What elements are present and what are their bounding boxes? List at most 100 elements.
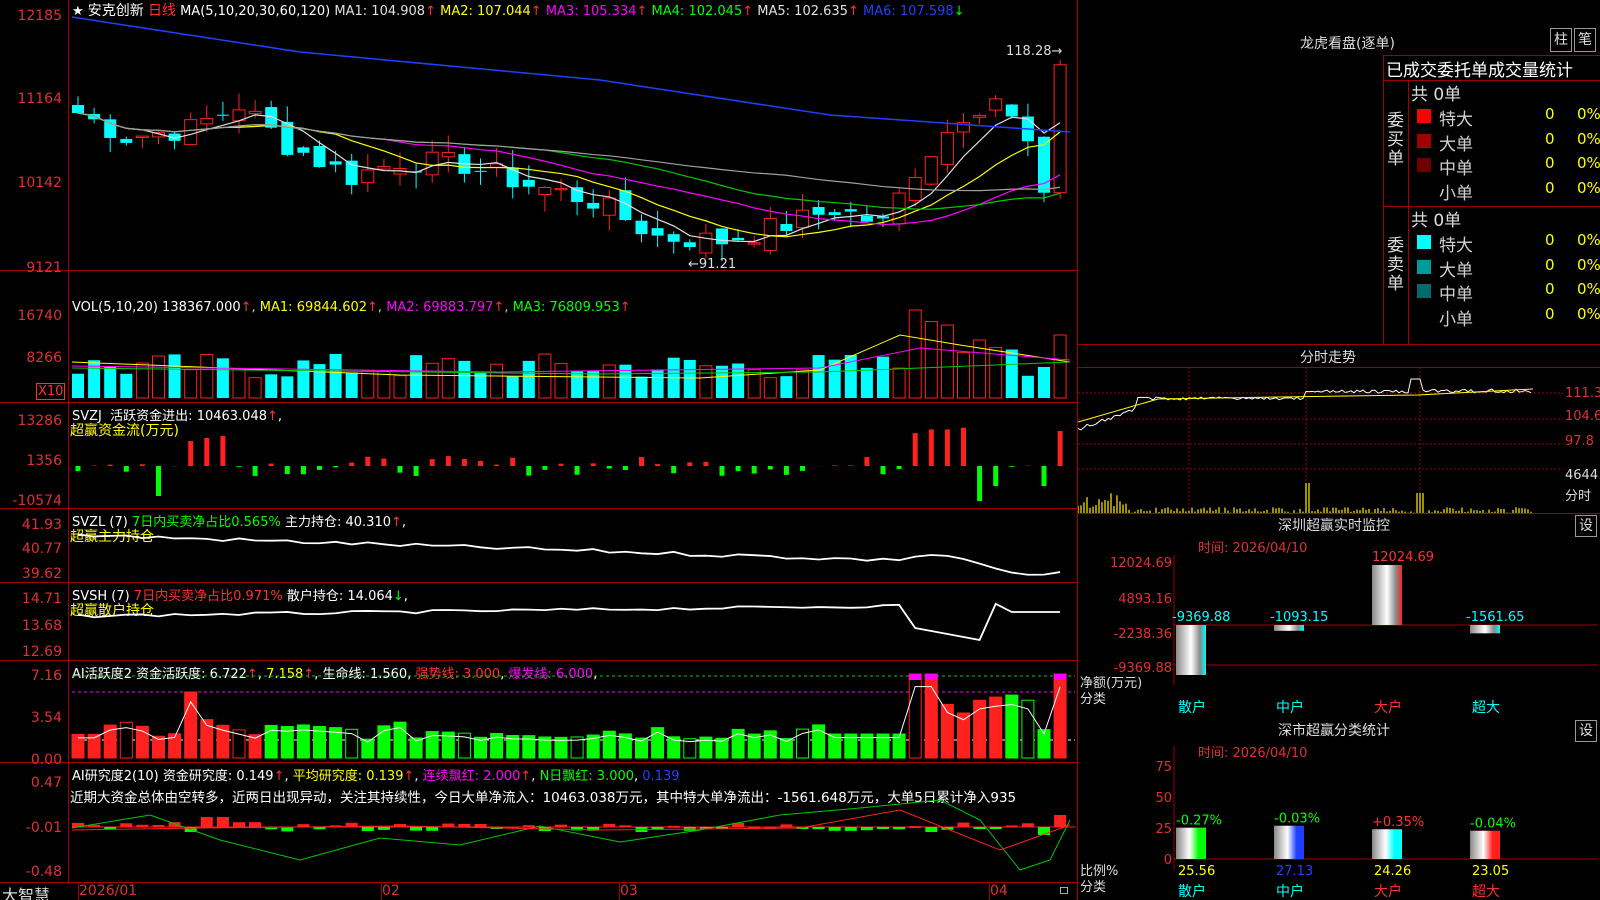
- flow-bar: [703, 462, 708, 466]
- class-pct: 25.56: [1178, 864, 1215, 879]
- tab-pen[interactable]: 笔: [1574, 28, 1596, 52]
- research-bar: [153, 825, 165, 827]
- candle: [636, 221, 648, 234]
- research-bar: [1022, 823, 1034, 827]
- vol-bar: [990, 347, 1002, 398]
- lhb-sell-row: 小单 0 0%: [1409, 304, 1600, 328]
- order-pct: 0%: [1577, 231, 1600, 249]
- flow-bar: [381, 459, 386, 466]
- candle: [652, 228, 664, 235]
- research-bar: [120, 823, 132, 827]
- lhb-buy-row: 特大 0 0%: [1409, 104, 1600, 128]
- order-count: 0: [1545, 105, 1555, 123]
- vol-bar: [378, 371, 390, 398]
- color-swatch: [1417, 309, 1431, 323]
- color-swatch: [1417, 183, 1431, 197]
- flow-bar: [542, 466, 547, 470]
- ma-line: [78, 113, 1060, 224]
- candle: [539, 188, 551, 195]
- candle: [716, 228, 728, 244]
- lhb-panel: 龙虎看盘(逐单) 柱 笔 已成交委托单成交量统计 委买单 委卖单 共 0单 特大…: [1078, 0, 1600, 345]
- vol-bar: [346, 373, 358, 398]
- vol-bar: [797, 370, 809, 398]
- candle: [813, 207, 825, 215]
- research-bar: [104, 827, 116, 829]
- vol-bar: [201, 354, 213, 398]
- vol-bar: [941, 325, 953, 398]
- class-change: -0.03%: [1274, 812, 1320, 827]
- vol-bar: [861, 368, 873, 398]
- flow-bar: [961, 428, 966, 466]
- color-swatch: [1417, 260, 1431, 274]
- chart-area[interactable]: ★ 安克创新 日线 MA(5,10,20,30,60,120) MA1: 104…: [0, 0, 1078, 900]
- order-pct: 0%: [1577, 256, 1600, 274]
- candle: [297, 147, 309, 152]
- lhb-sell-row: 中单 0 0%: [1409, 279, 1600, 303]
- research-bar: [861, 827, 873, 830]
- flow-bar: [832, 465, 837, 466]
- order-size-label: 中单: [1439, 280, 1473, 305]
- order-pct: 0%: [1577, 130, 1600, 148]
- class-category: 大户: [1374, 883, 1402, 900]
- vol-bar: [700, 366, 712, 398]
- flow-bar: [864, 457, 869, 466]
- flow-bar: [768, 466, 773, 469]
- candle: [780, 224, 792, 231]
- candle: [314, 146, 326, 167]
- flow-bar: [220, 436, 225, 466]
- research-bar: [603, 824, 615, 827]
- vol-bar: [120, 374, 132, 398]
- vol-bar: [249, 378, 261, 398]
- flow-bar: [430, 459, 435, 466]
- class-bar: [1176, 828, 1206, 859]
- candle: [990, 99, 1002, 110]
- minute-price-line: [1078, 379, 1531, 430]
- flow-bar: [188, 441, 193, 466]
- candle: [523, 180, 535, 187]
- monitor-value: 12024.69: [1372, 550, 1434, 565]
- monitor-bar: [1470, 625, 1500, 633]
- research-bar: [410, 827, 422, 831]
- order-size-label: 特大: [1439, 105, 1473, 130]
- flow-bar: [494, 465, 499, 466]
- color-swatch: [1417, 284, 1431, 298]
- candle: [426, 152, 438, 175]
- vol-bar: [813, 355, 825, 398]
- class-bar: [1470, 831, 1500, 859]
- research-bar: [169, 822, 181, 827]
- lhb-buy-row: 中单 0 0%: [1409, 153, 1600, 177]
- vol-bar: [104, 367, 116, 398]
- vol-bar: [764, 378, 776, 398]
- candle: [362, 170, 374, 183]
- flow-bar: [977, 466, 982, 501]
- vol-bar: [523, 361, 535, 398]
- flow-bar: [462, 459, 467, 466]
- research-bar: [619, 825, 631, 827]
- minute-y-label: 111.3: [1565, 386, 1600, 401]
- color-swatch: [1417, 235, 1431, 249]
- minute-vol-label: 4644: [1565, 468, 1598, 483]
- svzl-line: [78, 534, 1060, 574]
- monitor-category: 中户: [1276, 699, 1304, 716]
- flow-bar: [253, 466, 258, 476]
- order-pct: 0%: [1577, 179, 1600, 197]
- vol-bar: [442, 359, 454, 398]
- minute-panel[interactable]: 分时走势 111.3 104.6 97.8 4644 分时: [1078, 345, 1600, 515]
- flow-bar: [349, 463, 354, 466]
- research-bar: [829, 827, 841, 831]
- candle: [829, 212, 841, 215]
- research-bar: [925, 827, 937, 832]
- candle: [941, 133, 953, 165]
- order-count: 0: [1545, 305, 1555, 323]
- sell-label: 委卖单: [1387, 237, 1405, 294]
- research-bar: [1054, 815, 1066, 827]
- flow-bar: [575, 466, 580, 475]
- vol-bar: [491, 364, 503, 398]
- flow-bar: [301, 466, 306, 474]
- flow-bar: [446, 456, 451, 466]
- flow-bar: [156, 466, 161, 496]
- vol-bar: [909, 310, 921, 398]
- color-swatch: [1417, 158, 1431, 172]
- vol-bar: [185, 370, 197, 398]
- tab-bar[interactable]: 柱: [1550, 28, 1572, 52]
